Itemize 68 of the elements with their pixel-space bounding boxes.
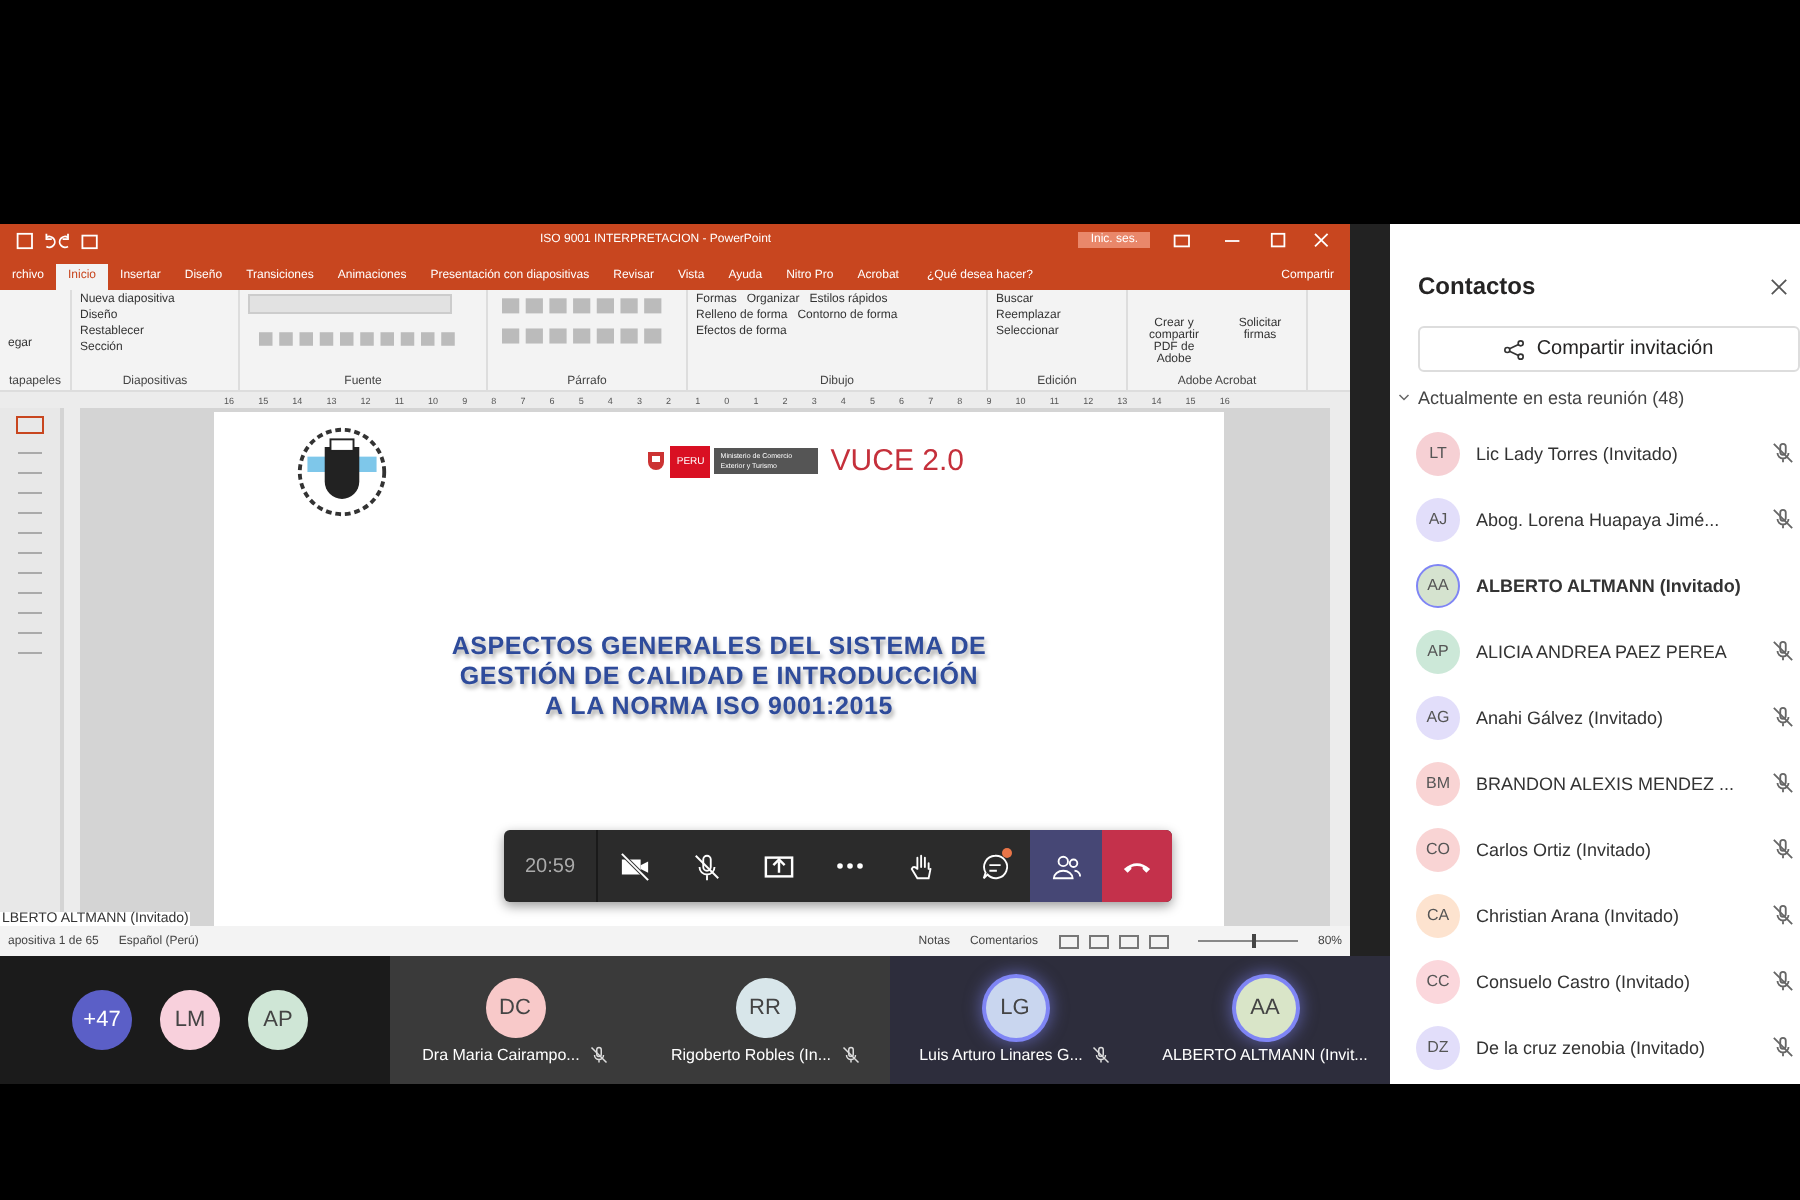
- people-icon: [1051, 851, 1081, 881]
- emblem-logo: [294, 424, 390, 520]
- section-title: Actualmente en esta reunión (48): [1418, 388, 1685, 408]
- share-invitation-button[interactable]: Compartir invitación: [1418, 326, 1800, 372]
- participant-avatar: CA: [1416, 893, 1460, 937]
- participant-avatar: RR: [735, 977, 795, 1037]
- participant-name: Consuelo Castro (Invitado): [1476, 971, 1693, 991]
- participant-avatar: CC: [1416, 959, 1460, 1003]
- call-timer: 20:59: [504, 830, 598, 902]
- participant-name: ALICIA ANDREA PAEZ PEREA: [1476, 641, 1729, 661]
- participant-row[interactable]: CO Carlos Ortiz (Invitado): [1396, 816, 1800, 882]
- participant-row[interactable]: DZ De la cruz zenobia (Invitado): [1396, 1014, 1800, 1080]
- participant-avatar: AA: [1235, 977, 1295, 1037]
- font-field[interactable]: [248, 294, 452, 314]
- participant-name: Carlos Ortiz (Invitado): [1476, 839, 1654, 859]
- brand-title: VUCE 2.0: [830, 444, 964, 478]
- participant-row[interactable]: AA ALBERTO ALTMANN (Invitado): [1396, 552, 1800, 618]
- chevron-icon: [1398, 392, 1410, 404]
- share-icon: [1504, 339, 1525, 359]
- participant-name: Luis Arturo Linares G...: [919, 1045, 1083, 1063]
- participant-name: Dra Maria Cairampo...: [422, 1045, 580, 1063]
- participant-name: Abog. Lorena Huapaya Jimé...: [1476, 509, 1722, 529]
- participant-name: Lic Lady Torres (Invitado): [1476, 443, 1680, 463]
- participant-name: De la cruz zenobia (Invitado): [1476, 1037, 1708, 1057]
- participant-avatar[interactable]: AP: [248, 990, 308, 1050]
- hand-icon: [907, 851, 937, 881]
- close-icon[interactable]: [1770, 277, 1788, 295]
- camera-off-icon: [619, 851, 649, 881]
- participant-row[interactable]: AP ALICIA ANDREA PAEZ PEREA: [1396, 618, 1800, 684]
- participant-row[interactable]: AG Anahi Gálvez (Invitado): [1396, 684, 1800, 750]
- participant-row[interactable]: AJ Abog. Lorena Huapaya Jimé...: [1396, 486, 1800, 552]
- participant-tile[interactable]: AA ALBERTO ALTMANN (Invit...: [1140, 956, 1390, 1084]
- participant-avatar: AA: [1416, 563, 1460, 607]
- coat-of-arms-icon: [646, 449, 667, 473]
- section-header[interactable]: Actualmente en esta reunión (48): [1396, 388, 1800, 408]
- participant-row[interactable]: CC Consuelo Castro (Invitado): [1396, 948, 1800, 1014]
- participant-name: ALBERTO ALTMANN (Invitado): [1476, 575, 1743, 595]
- chat-icon: [979, 851, 1009, 881]
- participant-avatar: DC: [485, 977, 545, 1037]
- participant-name: Christian Arana (Invitado): [1476, 905, 1682, 925]
- participant-name: Anahi Gálvez (Invitado): [1476, 707, 1666, 727]
- participant-tile[interactable]: RR Rigoberto Robles (In...: [640, 956, 890, 1084]
- participant-name: Rigoberto Robles (In...: [670, 1045, 832, 1063]
- participant-avatar[interactable]: LM: [160, 990, 220, 1050]
- participant-avatar: LG: [985, 977, 1045, 1037]
- participant-avatar: AP: [1416, 629, 1460, 673]
- participant-avatar: AJ: [1416, 497, 1460, 541]
- slide-title: ASPECTOS GENERALES DEL SISTEMA DE GESTIÓN DE CALIDAD E INTRODUCCIÓN A LA NORMA ISO 9001:2015: [449, 632, 989, 722]
- participant-avatar: CO: [1416, 827, 1460, 871]
- participant-tile[interactable]: LG Luis Arturo Linares G...: [890, 956, 1140, 1084]
- participant-row[interactable]: CA Christian Arana (Invitado): [1396, 882, 1800, 948]
- more-icon: [836, 862, 864, 870]
- participant-avatar: BM: [1416, 761, 1460, 805]
- participant-tile[interactable]: DC Dra Maria Cairampo...: [390, 956, 640, 1084]
- scrollbar[interactable]: [1330, 408, 1350, 926]
- participant-avatar: AG: [1416, 695, 1460, 739]
- overflow-avatar[interactable]: +47: [72, 990, 132, 1050]
- share-screen-icon: [763, 851, 793, 881]
- participant-row[interactable]: BM BRANDON ALEXIS MENDEZ ...: [1396, 750, 1800, 816]
- people-button[interactable]: [1030, 830, 1102, 902]
- panel-title: Contactos: [1418, 272, 1536, 300]
- participant-avatar: LT: [1416, 431, 1460, 475]
- participant-row[interactable]: LT Lic Lady Torres (Invitado): [1396, 420, 1800, 486]
- zoom-slider-thumb[interactable]: [1252, 934, 1257, 948]
- participant-name: ALBERTO ALTMANN (Invit...: [1162, 1045, 1368, 1063]
- participant-avatar: DZ: [1416, 1025, 1460, 1069]
- mic-off-icon: [691, 851, 721, 881]
- participant-name: BRANDON ALEXIS MENDEZ ...: [1476, 773, 1737, 793]
